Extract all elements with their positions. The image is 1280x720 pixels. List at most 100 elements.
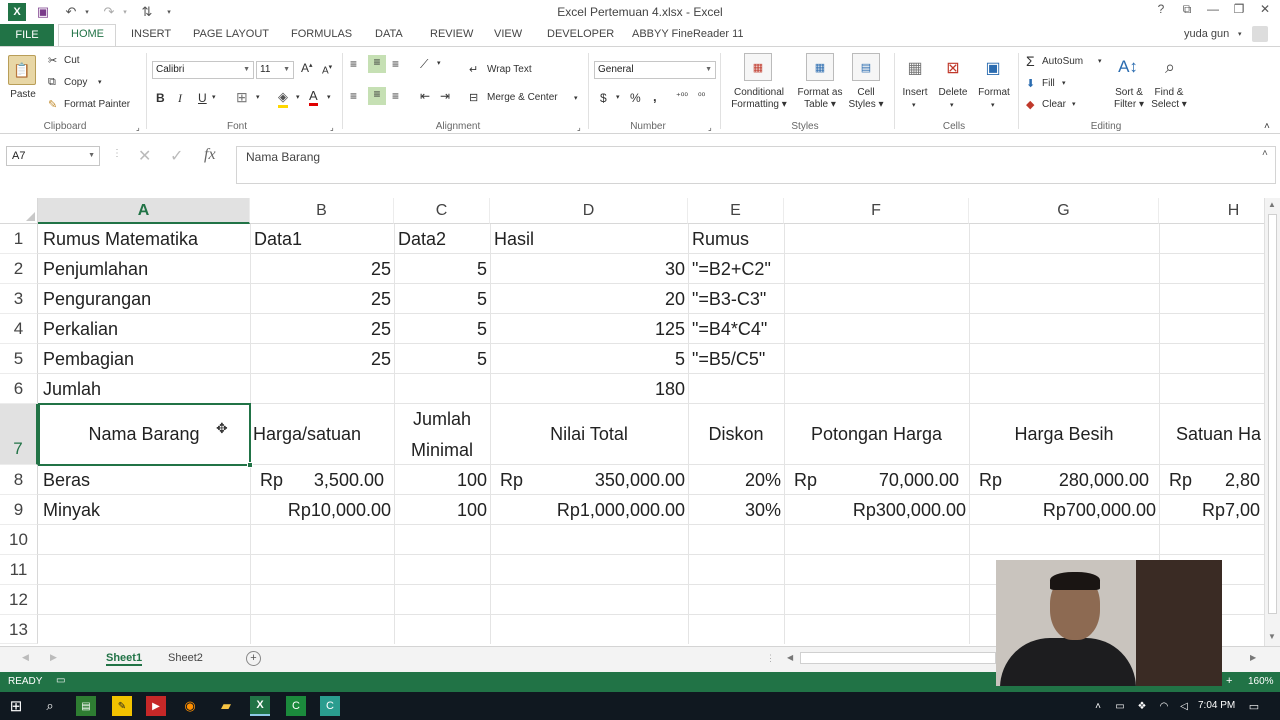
clock[interactable]: 7:04 PM	[1198, 700, 1235, 711]
align-right-icon[interactable]: ≡	[392, 89, 399, 103]
cell-e8[interactable]: 20%	[688, 470, 781, 491]
cell-styles-icon[interactable]: ▤	[852, 53, 880, 81]
autosum-icon[interactable]: Σ	[1026, 53, 1035, 69]
font-color-icon[interactable]: A	[309, 89, 318, 106]
app-camtasia-icon[interactable]: C	[320, 696, 340, 716]
row-header-3[interactable]: 3	[0, 284, 38, 314]
cell-d3[interactable]: 20	[490, 289, 685, 310]
sort-filter-button[interactable]: Sort & Filter ▾	[1108, 87, 1150, 111]
hscroll-left-icon[interactable]: ◀	[787, 653, 793, 662]
delete-cells-button[interactable]: Delete	[934, 87, 972, 99]
user-name[interactable]: yuda gun	[1184, 28, 1229, 40]
cell-h8[interactable]: 2,80	[1199, 470, 1260, 491]
decrease-decimal-icon[interactable]: ⁰⁰	[698, 91, 705, 102]
align-center-icon[interactable]: ≡	[368, 87, 386, 105]
cell-d8-currency[interactable]: Rp	[500, 470, 523, 491]
tab-file[interactable]: FILE	[0, 24, 54, 46]
cell-e1[interactable]: Rumus	[692, 229, 749, 250]
cell-styles-button[interactable]: Cell Styles ▾	[846, 87, 886, 111]
restore-button[interactable]: ❐	[1228, 2, 1250, 20]
find-select-button[interactable]: Find & Select ▾	[1148, 87, 1190, 111]
paste-button[interactable]: Paste	[8, 89, 38, 101]
cell-b7[interactable]: Harga/satuan	[253, 424, 361, 445]
insert-dropdown-icon[interactable]: ▾	[912, 101, 916, 109]
column-header-g[interactable]: G	[969, 198, 1159, 224]
new-sheet-icon[interactable]: +	[246, 651, 261, 666]
italic-button[interactable]: I	[178, 91, 182, 106]
cell-d6[interactable]: 180	[490, 379, 685, 400]
orientation-dropdown-icon[interactable]: ▾	[437, 59, 441, 67]
scroll-down-icon[interactable]: ▼	[1268, 632, 1276, 641]
macro-record-icon[interactable]: ▭	[56, 675, 65, 686]
row-header-5[interactable]: 5	[0, 344, 38, 374]
cell-b5[interactable]: 25	[250, 349, 391, 370]
cell-b4[interactable]: 25	[250, 319, 391, 340]
vertical-scrollbar[interactable]: ▲ ▼	[1264, 198, 1280, 646]
hscroll-right-icon[interactable]: ▶	[1250, 653, 1256, 662]
fill-icon[interactable]: ⬇	[1026, 77, 1035, 90]
row-header-8[interactable]: 8	[0, 465, 38, 495]
cell-h9[interactable]: Rp7,00	[1159, 500, 1260, 521]
file-explorer-icon[interactable]: ▰	[216, 696, 236, 716]
row-header-4[interactable]: 4	[0, 314, 38, 344]
underline-button[interactable]: U	[198, 91, 207, 105]
align-left-icon[interactable]: ≡	[350, 89, 357, 103]
row-header-1[interactable]: 1	[0, 224, 38, 254]
font-color-dropdown-icon[interactable]: ▾	[327, 93, 331, 101]
align-top-icon[interactable]: ≡	[350, 57, 357, 71]
cell-e4[interactable]: "=B4*C4"	[692, 319, 767, 340]
row-header-6[interactable]: 6	[0, 374, 38, 404]
tab-data[interactable]: DATA	[375, 28, 403, 40]
paste-icon[interactable]: 📋	[8, 55, 36, 85]
cell-d2[interactable]: 30	[490, 259, 685, 280]
cut-button[interactable]: Cut	[64, 55, 80, 66]
zoom-level[interactable]: 160%	[1248, 676, 1274, 687]
cell-a9[interactable]: Minyak	[43, 500, 100, 521]
merge-center-button[interactable]: Merge & Center	[487, 92, 558, 103]
row-header-10[interactable]: 10	[0, 525, 38, 555]
cell-a5[interactable]: Pembagian	[43, 349, 134, 370]
app-green-icon[interactable]: ▤	[76, 696, 96, 716]
borders-icon[interactable]: ⊞	[236, 89, 248, 106]
cell-f9[interactable]: Rp300,000.00	[784, 500, 966, 521]
tab-home[interactable]: HOME	[71, 28, 104, 40]
shrink-font-icon[interactable]: A▾	[322, 63, 332, 76]
find-select-icon[interactable]: ⌕	[1156, 53, 1184, 81]
cell-d4[interactable]: 125	[490, 319, 685, 340]
fill-color-dropdown-icon[interactable]: ▾	[296, 93, 300, 101]
tray-wifi-icon[interactable]: ◠	[1154, 696, 1174, 716]
cell-b8-currency[interactable]: Rp	[260, 470, 283, 491]
cell-b3[interactable]: 25	[250, 289, 391, 310]
cell-d7[interactable]: Nilai Total	[490, 424, 688, 445]
copy-icon[interactable]: ⧉	[48, 76, 56, 89]
sheet-tab-sheet2[interactable]: Sheet2	[168, 652, 203, 664]
wrap-text-icon[interactable]: ↵	[469, 63, 478, 76]
column-header-a[interactable]: A	[38, 198, 250, 224]
insert-cells-icon[interactable]: ▦	[902, 55, 928, 81]
ribbon-display-button[interactable]: ⧉	[1176, 2, 1198, 20]
autosum-dropdown-icon[interactable]: ▾	[1098, 57, 1102, 65]
expand-formula-bar-icon[interactable]: ˄	[1262, 148, 1268, 159]
column-header-h[interactable]: H	[1159, 198, 1264, 224]
tray-volume-icon[interactable]: ◁	[1174, 696, 1194, 716]
format-painter-icon[interactable]: ✎	[48, 98, 57, 111]
insert-cells-button[interactable]: Insert	[896, 87, 934, 99]
cancel-entry-icon[interactable]: ✕	[138, 146, 151, 166]
scroll-up-icon[interactable]: ▲	[1268, 200, 1276, 209]
insert-function-button[interactable]: fx	[204, 146, 216, 164]
column-header-d[interactable]: D	[490, 198, 688, 224]
format-painter-button[interactable]: Format Painter	[64, 99, 130, 110]
fill-color-icon[interactable]: ◈	[278, 89, 288, 108]
horizontal-scroll-thumb[interactable]	[800, 652, 996, 664]
tray-network-icon[interactable]: ▭	[1110, 696, 1130, 716]
column-header-c[interactable]: C	[394, 198, 490, 224]
tray-dropbox-icon[interactable]: ❖	[1132, 696, 1152, 716]
cell-a1[interactable]: Rumus Matematika	[43, 229, 198, 250]
decrease-indent-icon[interactable]: ⇤	[420, 89, 430, 103]
cell-a2[interactable]: Penjumlahan	[43, 259, 148, 280]
name-box[interactable]: A7 ▼	[6, 146, 100, 166]
formula-input[interactable]: Nama Barang	[236, 146, 1276, 184]
copy-dropdown-icon[interactable]: ▾	[98, 78, 102, 86]
conditional-formatting-icon[interactable]: ▦	[744, 53, 772, 81]
increase-decimal-icon[interactable]: ⁺⁰⁰	[676, 91, 688, 102]
